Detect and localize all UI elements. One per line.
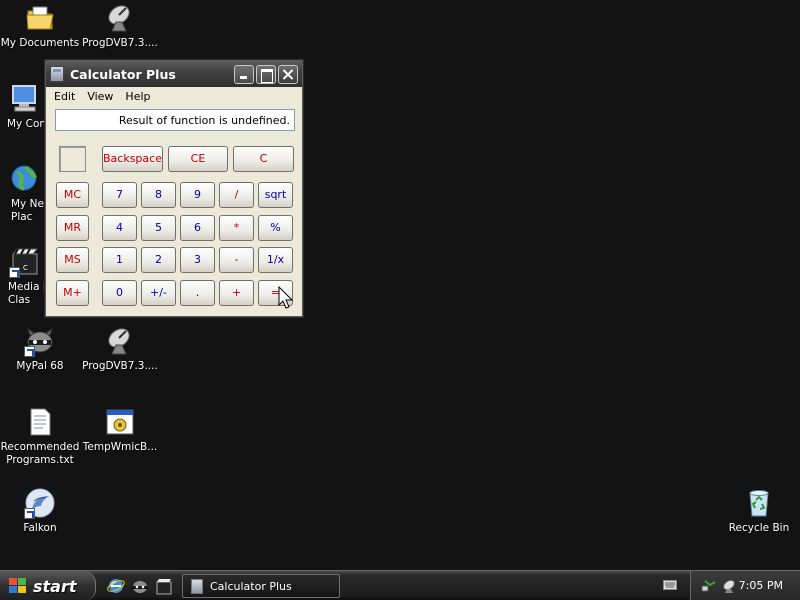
- digit-7-button[interactable]: 7: [102, 182, 137, 208]
- windows-logo-icon: [8, 577, 28, 595]
- taskbar: start Calculator Plus 7:05 PM: [0, 570, 800, 600]
- desktop-icon-label: MyPal 68: [16, 360, 64, 372]
- desktop-icon-label: My Net Plac: [11, 198, 49, 223]
- desktop-icon-my-documents[interactable]: My Documents: [0, 2, 80, 50]
- multiply-button[interactable]: *: [219, 215, 254, 241]
- desktop-icon-recycle-bin[interactable]: Recycle Bin: [719, 487, 799, 535]
- digit-8-button[interactable]: 8: [141, 182, 176, 208]
- subtract-button[interactable]: -: [219, 247, 254, 273]
- media-player-icon: C: [9, 246, 41, 278]
- desktop-icon-progdvb-2[interactable]: ProgDVB7.3....: [80, 325, 160, 373]
- memory-indicator: [59, 146, 86, 172]
- desktop-icon-label: TempWmicB...: [82, 441, 158, 453]
- reciprocal-button[interactable]: 1/x: [258, 247, 293, 273]
- system-tray: 7:05 PM: [690, 571, 800, 600]
- text-file-icon: [24, 406, 56, 438]
- desktop-icon-tempwmic[interactable]: TempWmicB...: [80, 406, 160, 454]
- add-button[interactable]: +: [219, 280, 254, 306]
- svg-text:C: C: [23, 264, 28, 272]
- network-globe-icon: [9, 163, 41, 195]
- memory-recall-button[interactable]: MR: [56, 215, 89, 241]
- memory-clear-button[interactable]: MC: [56, 182, 89, 208]
- backspace-button[interactable]: Backspace: [102, 146, 163, 172]
- close-button[interactable]: [278, 64, 298, 84]
- desktop-icon-label: ProgDVB7.3....: [82, 360, 158, 372]
- desktop-icon-label: ProgDVB7.3....: [82, 37, 158, 49]
- satellite-dish-icon: [104, 325, 136, 357]
- window-title: Calculator Plus: [70, 66, 176, 82]
- desktop-icon-label: My Documents: [0, 37, 80, 49]
- desktop-icon-label: My Com: [7, 118, 50, 130]
- calculator-display: Result of function is undefined.: [55, 109, 295, 131]
- clear-entry-button[interactable]: CE: [168, 146, 228, 172]
- satellite-dish-icon: [104, 2, 136, 34]
- digit-1-button[interactable]: 1: [102, 247, 137, 273]
- media-player-icon[interactable]: [155, 577, 173, 595]
- start-label: start: [33, 576, 77, 596]
- sqrt-button[interactable]: sqrt: [258, 182, 293, 208]
- keyboard-icon[interactable]: [663, 579, 677, 591]
- digit-9-button[interactable]: 9: [180, 182, 215, 208]
- desktop-icon-label: Falkon: [23, 522, 57, 534]
- start-button[interactable]: start: [0, 571, 96, 600]
- folder-documents-icon: [24, 2, 56, 34]
- digit-3-button[interactable]: 3: [180, 247, 215, 273]
- desktop-icon-mypal[interactable]: MyPal 68: [0, 325, 80, 373]
- falkon-browser-icon: [24, 487, 56, 519]
- digit-6-button[interactable]: 6: [180, 215, 215, 241]
- network-tray-icon[interactable]: [701, 578, 717, 594]
- taskbar-item-calculator[interactable]: Calculator Plus: [182, 574, 340, 598]
- menu-edit[interactable]: Edit: [48, 90, 81, 103]
- desktop-icon-label: Recycle Bin: [728, 522, 790, 534]
- internet-explorer-icon[interactable]: [107, 577, 125, 595]
- memory-store-button[interactable]: MS: [56, 247, 89, 273]
- taskbar-item-label: Calculator Plus: [210, 579, 292, 593]
- menu-bar: Edit View Help: [46, 87, 302, 106]
- clock: 7:05 PM: [738, 579, 783, 592]
- menu-view[interactable]: View: [81, 90, 119, 103]
- desktop-icon-label: Recommended Programs.txt: [0, 441, 80, 466]
- mouse-cursor-icon: [278, 286, 294, 309]
- desktop-icon-media-player-classic[interactable]: C Media P Clas: [0, 246, 50, 307]
- batch-file-icon: [104, 406, 136, 438]
- minimize-button[interactable]: [234, 64, 254, 84]
- satellite-dish-icon[interactable]: [721, 578, 737, 594]
- calculator-window: Calculator Plus Edit View Help Result of…: [45, 60, 303, 317]
- percent-button[interactable]: %: [258, 215, 293, 241]
- digit-4-button[interactable]: 4: [102, 215, 137, 241]
- sign-toggle-button[interactable]: +/-: [141, 280, 176, 306]
- digit-2-button[interactable]: 2: [141, 247, 176, 273]
- divide-button[interactable]: /: [219, 182, 254, 208]
- decimal-point-button[interactable]: .: [180, 280, 215, 306]
- clear-button[interactable]: C: [233, 146, 294, 172]
- calculator-icon: [191, 578, 203, 594]
- desktop-icon-label: Media P Clas: [8, 281, 49, 306]
- title-bar[interactable]: Calculator Plus: [46, 61, 302, 87]
- computer-icon: [9, 83, 41, 115]
- raccoon-icon: [24, 325, 56, 357]
- desktop-icon-progdvb-1[interactable]: ProgDVB7.3....: [80, 2, 160, 50]
- digit-5-button[interactable]: 5: [141, 215, 176, 241]
- recycle-bin-icon: [743, 487, 775, 519]
- raccoon-icon[interactable]: [131, 577, 149, 595]
- desktop-icon-falkon[interactable]: Falkon: [0, 487, 80, 535]
- desktop-icon-my-computer[interactable]: My Com: [0, 83, 50, 131]
- memory-add-button[interactable]: M+: [56, 280, 89, 306]
- calculator-icon: [50, 66, 64, 82]
- maximize-button[interactable]: [256, 64, 276, 84]
- desktop-icon-my-network-places[interactable]: My Net Plac: [0, 163, 50, 224]
- digit-0-button[interactable]: 0: [102, 280, 137, 306]
- desktop-icon-recommended-programs[interactable]: Recommended Programs.txt: [0, 406, 80, 467]
- menu-help[interactable]: Help: [119, 90, 156, 103]
